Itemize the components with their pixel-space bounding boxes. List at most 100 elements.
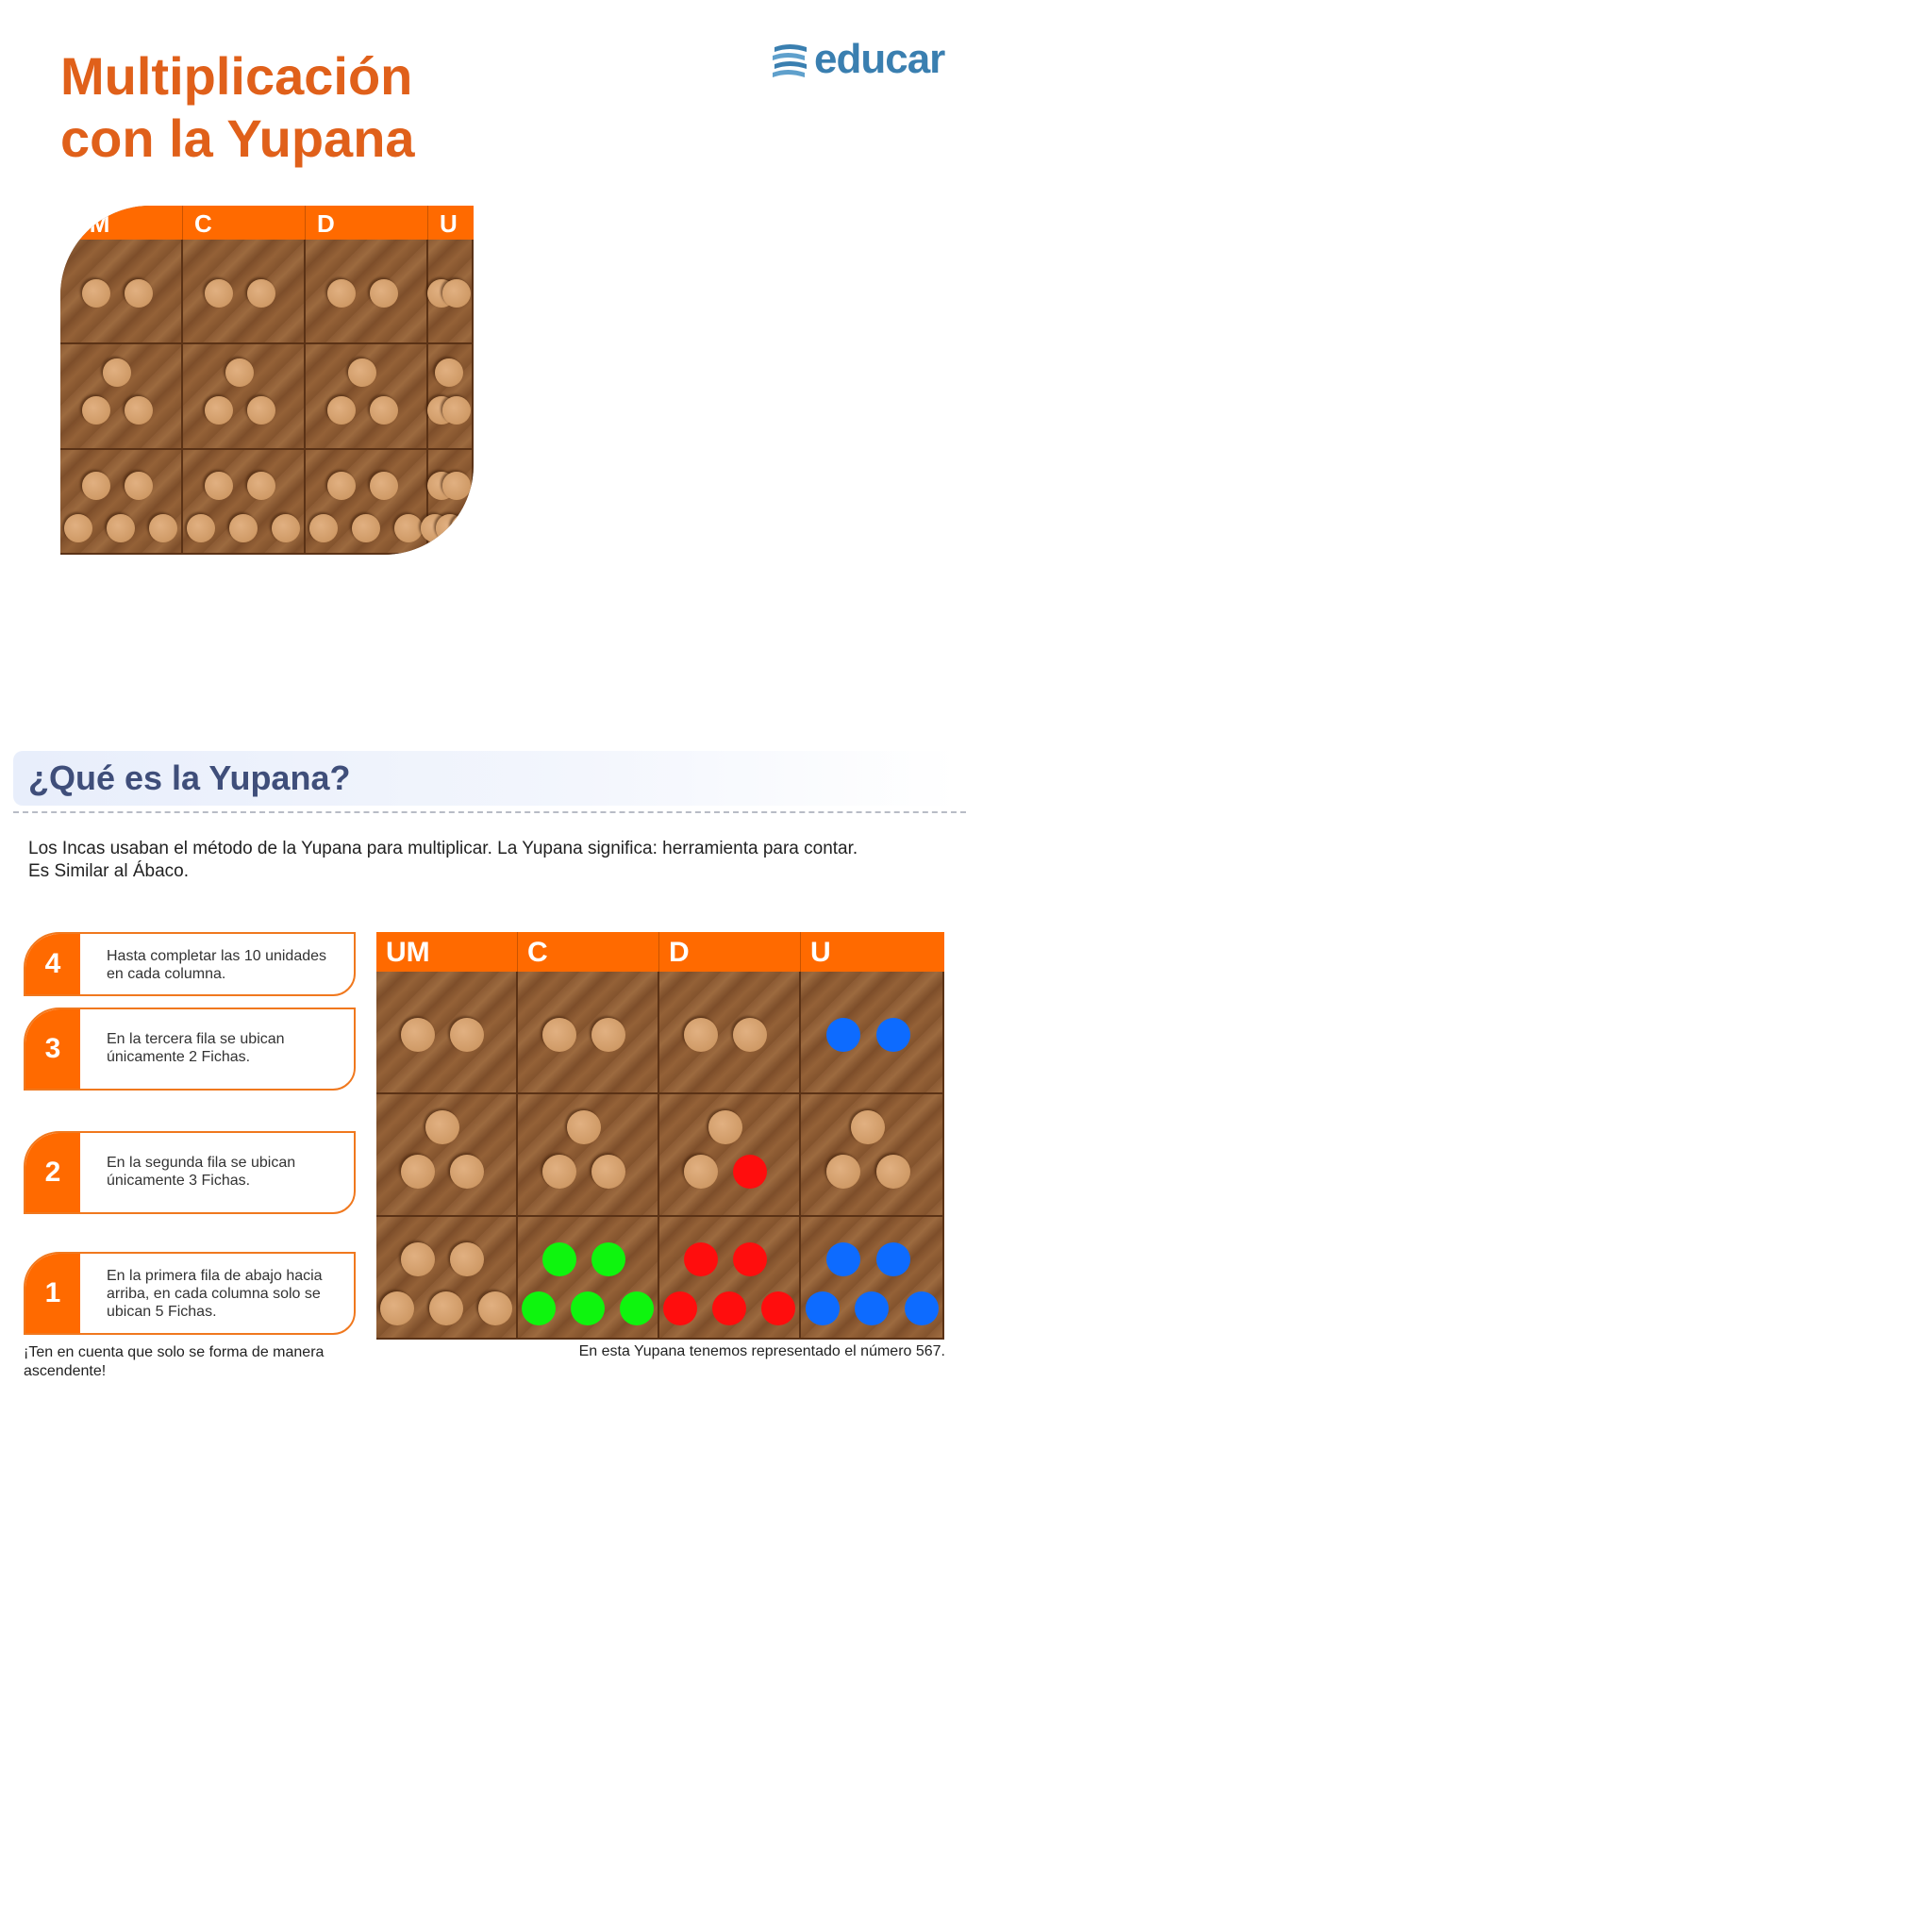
- yupana-cell-u-row2: [426, 344, 474, 450]
- step-text-line: arriba, en cada columna solo se: [107, 1286, 321, 1302]
- yupana-cell-u-row2: [801, 1094, 944, 1217]
- educar-logo[interactable]: educar: [769, 36, 945, 85]
- column-label-c: C: [183, 206, 306, 240]
- chip-slot: [348, 358, 377, 387]
- chip-slot: [271, 513, 300, 542]
- yupana-cell-d-row2: [306, 344, 428, 450]
- step-text-line: En la tercera fila se ubican: [107, 1031, 285, 1047]
- chip-slot: [370, 396, 399, 425]
- red-chip: [733, 1241, 768, 1276]
- chip-slot: [205, 396, 234, 425]
- step-text-line: En la primera fila de abajo hacia: [107, 1268, 323, 1284]
- yupana-cell-um-row2: [376, 1094, 518, 1217]
- step-text: En la primera fila de abajo hacia arriba…: [107, 1267, 344, 1321]
- yupana-cell-u-row3: [426, 240, 474, 345]
- chip-slot: [309, 513, 339, 542]
- step-number: 3: [25, 1009, 80, 1089]
- intro-paragraph: Los Incas usaban el método de la Yupana …: [28, 838, 934, 883]
- step-card-3: 3 En la tercera fila se ubican únicament…: [24, 1008, 356, 1091]
- board-header: UM C D U: [376, 932, 944, 972]
- chip-slot: [148, 513, 177, 542]
- step-number: 2: [25, 1133, 80, 1212]
- chip-slot: [64, 513, 93, 542]
- chip-slot: [450, 1017, 485, 1052]
- step-text-line: ubican 5 Fichas.: [107, 1304, 217, 1320]
- chip-slot: [875, 1154, 910, 1189]
- step-text-line: únicamente 3 Fichas.: [107, 1173, 251, 1189]
- yupana-cell-d-row3: [306, 240, 428, 345]
- yupana-cell-d-row3: [659, 972, 801, 1094]
- chip-slot: [591, 1017, 626, 1052]
- chip-slot: [441, 471, 471, 500]
- red-chip: [712, 1291, 746, 1326]
- yupana-board-overview: UM C D U: [60, 206, 474, 555]
- column-label-c: C: [518, 932, 659, 972]
- step-text-line: únicamente 2 Fichas.: [107, 1049, 251, 1065]
- yupana-cell-u-row1: [420, 449, 474, 555]
- red-chip: [733, 1154, 768, 1189]
- intro-line-1: Los Incas usaban el método de la Yupana …: [28, 839, 858, 858]
- column-label-um: UM: [376, 932, 518, 972]
- section-title: ¿Qué es la Yupana?: [28, 758, 351, 797]
- chip-slot: [733, 1017, 768, 1052]
- blue-chip: [875, 1017, 910, 1052]
- blue-chip: [826, 1017, 860, 1052]
- chip-slot: [401, 1241, 436, 1276]
- chip-slot: [826, 1154, 860, 1189]
- chip-slot: [229, 513, 258, 542]
- chip-slot: [370, 471, 399, 500]
- chip-slot: [450, 1154, 485, 1189]
- board-caption: En esta Yupana tenemos representado el n…: [578, 1343, 945, 1359]
- intro-line-2: Es Similar al Ábaco.: [28, 861, 190, 881]
- board-grid: [376, 972, 944, 1340]
- step-card-2: 2 En la segunda fila se ubican únicament…: [24, 1131, 356, 1214]
- chip-slot: [370, 278, 399, 308]
- chip-slot: [591, 1154, 626, 1189]
- chip-slot: [684, 1017, 719, 1052]
- yupana-cell-d-row2: [659, 1094, 801, 1217]
- yupana-board-567: UM C D U: [376, 932, 944, 1340]
- blue-chip: [855, 1291, 889, 1326]
- chip-slot: [401, 1154, 436, 1189]
- chip-slot: [850, 1109, 885, 1144]
- green-chip: [522, 1291, 557, 1326]
- chip-slot: [82, 278, 111, 308]
- chip-slot: [205, 278, 234, 308]
- yupana-cell-um-row1: [60, 449, 183, 555]
- yupana-cell-um-row3: [60, 240, 183, 345]
- chip-slot: [451, 513, 474, 542]
- yupana-cell-u-row3: [801, 972, 944, 1094]
- step-text: Hasta completar las 10 unidades en cada …: [107, 947, 344, 983]
- section-header: ¿Qué es la Yupana?: [13, 751, 958, 806]
- logo-text: educar: [814, 36, 945, 82]
- chip-slot: [225, 358, 255, 387]
- chip-slot: [352, 513, 380, 542]
- chip-slot: [441, 278, 471, 308]
- blue-chip: [805, 1291, 840, 1326]
- chip-slot: [247, 396, 276, 425]
- yupana-cell-c-row3: [518, 972, 659, 1094]
- chip-slot: [247, 471, 276, 500]
- chip-slot: [542, 1017, 577, 1052]
- yupana-cell-um-row3: [376, 972, 518, 1094]
- yupana-cell-um-row2: [60, 344, 183, 450]
- chip-slot: [82, 396, 111, 425]
- chip-slot: [542, 1154, 577, 1189]
- chip-slot: [401, 1017, 436, 1052]
- chip-slot: [125, 396, 154, 425]
- chip-slot: [425, 1109, 459, 1144]
- note-line: ¡Ten en cuenta que solo se forma de mane…: [24, 1344, 325, 1360]
- chip-slot: [187, 513, 216, 542]
- yupana-cell-c-row1: [183, 449, 306, 555]
- chip-slot: [684, 1154, 719, 1189]
- step-number: 1: [25, 1254, 80, 1333]
- chip-slot: [327, 396, 357, 425]
- chip-slot: [441, 396, 471, 425]
- blue-chip: [875, 1241, 910, 1276]
- chip-slot: [107, 513, 135, 542]
- yupana-cell-c-row1: [518, 1217, 659, 1340]
- yupana-cell-um-row1: [376, 1217, 518, 1340]
- chip-slot: [205, 471, 234, 500]
- step-number: 4: [25, 934, 80, 994]
- chip-slot: [125, 471, 154, 500]
